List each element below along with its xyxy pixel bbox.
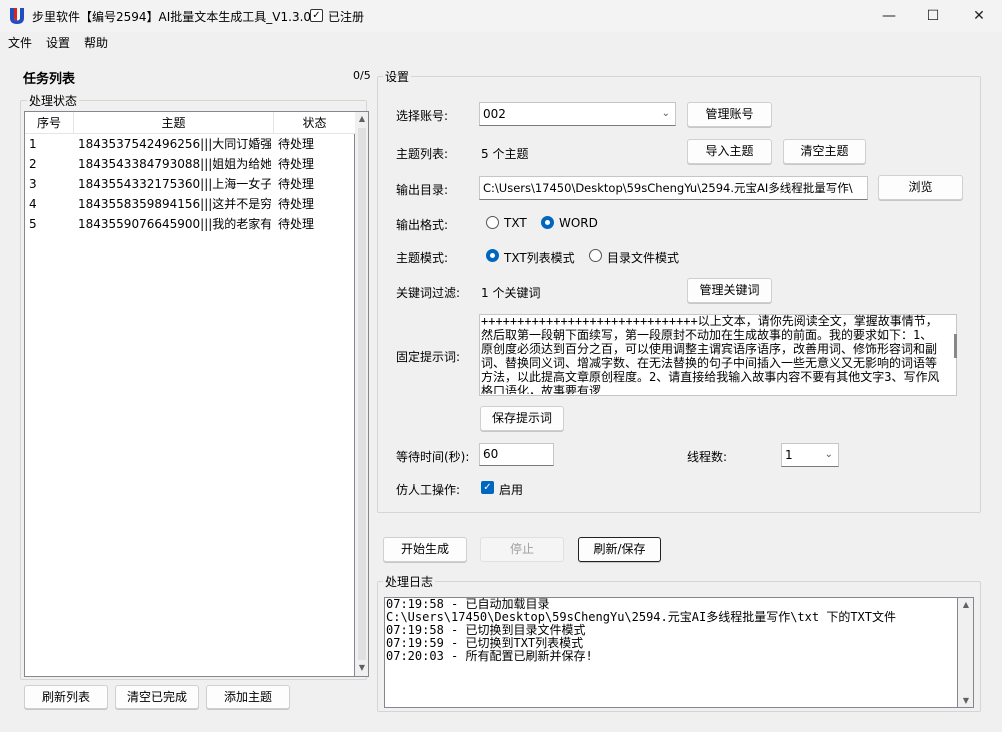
- topic-list-value: 5 个主题: [481, 147, 529, 161]
- row-topic[interactable]: 1843554332175360|||上海一女子,: [78, 174, 271, 194]
- stop-button[interactable]: 停止: [480, 537, 564, 562]
- refresh-save-button[interactable]: 刷新/保存: [578, 537, 661, 562]
- log-group-label: 处理日志: [383, 573, 436, 590]
- task-list-title: 任务列表: [23, 72, 76, 87]
- prompt-scrollbar[interactable]: [954, 334, 957, 358]
- format-txt-radio[interactable]: [486, 216, 499, 229]
- chevron-down-icon: ⌄: [661, 108, 670, 119]
- format-txt-label[interactable]: TXT: [504, 216, 527, 230]
- keyword-filter-value: 1 个关键词: [481, 286, 541, 300]
- wait-time-input[interactable]: 60: [479, 443, 554, 466]
- human-like-enabled-label[interactable]: 启用: [499, 481, 523, 498]
- start-generate-button[interactable]: 开始生成: [383, 537, 467, 562]
- account-select[interactable]: 002 ⌄: [479, 102, 676, 126]
- threads-select-value: 1: [785, 448, 793, 462]
- scroll-down-icon[interactable]: ▼: [959, 696, 973, 705]
- human-like-checkbox[interactable]: ✓: [481, 481, 494, 494]
- registered-label: 已注册: [328, 10, 365, 24]
- row-status: 待处理: [278, 197, 315, 211]
- maximize-button[interactable]: ☐: [910, 0, 956, 32]
- registered-check-icon: ✓: [310, 9, 323, 22]
- row-index: 1: [29, 137, 37, 151]
- column-header-topic[interactable]: 主题: [74, 112, 274, 134]
- account-select-value: 002: [483, 107, 506, 121]
- chevron-down-icon: ⌄: [824, 449, 833, 460]
- window-title: 步里软件【编号2594】AI批量文本生成工具_V1.3.0 -: [32, 10, 320, 24]
- row-status: 待处理: [278, 137, 315, 151]
- output-format-label: 输出格式:: [396, 218, 449, 232]
- settings-group-label: 设置: [383, 68, 412, 85]
- column-header-index[interactable]: 序号: [25, 112, 74, 134]
- row-index: 2: [29, 157, 37, 171]
- scroll-up-icon[interactable]: ▲: [959, 600, 973, 609]
- menu-help[interactable]: 帮助: [84, 34, 108, 51]
- row-status: 待处理: [278, 177, 315, 191]
- task-count: 0/5: [353, 69, 371, 82]
- row-topic[interactable]: 1843537542496256|||大同订婚强奸: [78, 134, 271, 154]
- wait-time-label: 等待时间(秒):: [396, 450, 470, 464]
- app-logo-icon: [10, 8, 24, 24]
- topic-mode-label: 主题模式:: [396, 251, 449, 265]
- browse-button[interactable]: 浏览: [878, 175, 963, 200]
- output-dir-input[interactable]: C:\Users\17450\Desktop\59sChengYu\2594.元…: [479, 176, 868, 200]
- clear-topic-button[interactable]: 清空主题: [783, 139, 866, 164]
- mode-dir-file-radio[interactable]: [589, 249, 602, 262]
- minimize-button[interactable]: —: [866, 0, 912, 32]
- import-topic-button[interactable]: 导入主题: [687, 139, 772, 164]
- mode-txt-list-label[interactable]: TXT列表模式: [504, 249, 575, 266]
- scroll-down-icon[interactable]: ▼: [355, 663, 369, 672]
- format-word-label[interactable]: WORD: [559, 216, 598, 230]
- save-prompt-button[interactable]: 保存提示词: [480, 406, 564, 431]
- row-status: 待处理: [278, 217, 315, 231]
- row-index: 3: [29, 177, 37, 191]
- manage-keywords-button[interactable]: 管理关键词: [687, 278, 772, 303]
- add-topic-button[interactable]: 添加主题: [206, 685, 290, 709]
- account-label: 选择账号:: [396, 109, 449, 123]
- row-topic[interactable]: 1843559076645900|||我的老家有一: [78, 214, 271, 234]
- row-index: 4: [29, 197, 37, 211]
- human-like-label: 仿人工操作:: [396, 483, 461, 497]
- manage-account-button[interactable]: 管理账号: [687, 102, 772, 127]
- threads-select[interactable]: 1 ⌄: [781, 443, 839, 467]
- keyword-filter-label: 关键词过滤:: [396, 286, 461, 300]
- row-status: 待处理: [278, 157, 315, 171]
- refresh-list-button[interactable]: 刷新列表: [24, 685, 108, 709]
- output-dir-label: 输出目录:: [396, 183, 449, 197]
- row-index: 5: [29, 217, 37, 231]
- task-table-scroll-thumb[interactable]: [358, 128, 366, 660]
- clear-completed-button[interactable]: 清空已完成: [115, 685, 199, 709]
- menu-bar: [0, 32, 1002, 52]
- log-content: 07:19:58 - 已自动加载目录 C:\Users\17450\Deskto…: [386, 597, 897, 663]
- threads-label: 线程数:: [687, 450, 728, 464]
- fixed-prompt-label: 固定提示词:: [396, 350, 461, 364]
- row-topic[interactable]: 1843543384793088|||姐姐为给她儿: [78, 154, 271, 174]
- menu-file[interactable]: 文件: [8, 34, 32, 51]
- fixed-prompt-text: ++++++++++++++++++++++++++++++以上文本，请你先阅读…: [481, 314, 940, 394]
- column-header-status[interactable]: 状态: [274, 112, 355, 134]
- mode-txt-list-radio[interactable]: [486, 249, 499, 262]
- topic-list-label: 主题列表:: [396, 147, 449, 161]
- menu-settings[interactable]: 设置: [46, 34, 70, 51]
- mode-dir-file-label[interactable]: 目录文件模式: [607, 249, 679, 266]
- log-scrollbar[interactable]: [958, 597, 974, 708]
- scroll-up-icon[interactable]: ▲: [355, 114, 369, 123]
- close-button[interactable]: ✕: [956, 0, 1002, 32]
- format-word-radio[interactable]: [541, 216, 554, 229]
- task-status-group-label: 处理状态: [27, 92, 80, 109]
- row-topic[interactable]: 1843558359894156|||这并不是穷或: [78, 194, 271, 214]
